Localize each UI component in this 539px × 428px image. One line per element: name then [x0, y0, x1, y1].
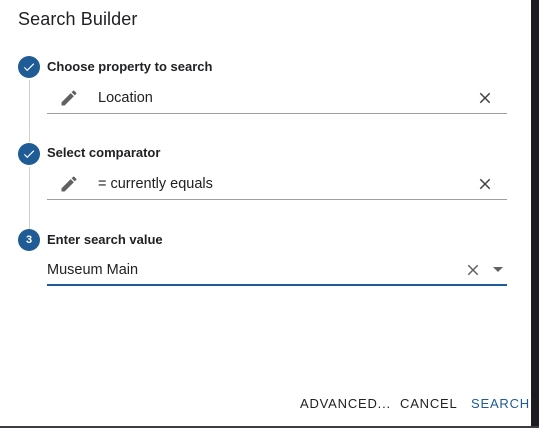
dialog-title: Search Builder: [18, 9, 138, 29]
close-icon[interactable]: [476, 175, 494, 193]
comparator-field[interactable]: = currently equals: [47, 170, 507, 200]
step-connector: [28, 167, 30, 229]
search-value-input[interactable]: Museum Main: [47, 256, 507, 286]
chevron-down-icon[interactable]: [493, 267, 503, 272]
step-1-completed-icon: [18, 56, 40, 78]
window-edge: [531, 0, 539, 428]
property-value: Location: [98, 90, 153, 106]
cancel-button[interactable]: CANCEL: [400, 396, 458, 411]
step-2-label: Select comparator: [47, 145, 161, 160]
pencil-icon[interactable]: [59, 174, 79, 194]
search-builder-dialog: Search Builder Choose property to search…: [0, 0, 531, 428]
search-value-text: Museum Main: [47, 262, 139, 278]
check-icon: [23, 63, 35, 72]
step-1-label: Choose property to search: [47, 59, 213, 74]
step-2-completed-icon: [18, 143, 40, 165]
property-field[interactable]: Location: [47, 84, 507, 114]
comparator-value: = currently equals: [98, 176, 213, 192]
step-3-label: Enter search value: [47, 232, 163, 247]
close-icon[interactable]: [476, 89, 494, 107]
check-icon: [23, 150, 35, 159]
pencil-icon[interactable]: [59, 88, 79, 108]
search-button[interactable]: SEARCH: [471, 396, 530, 411]
step-connector: [28, 80, 30, 142]
step-3-number: 3: [18, 229, 40, 251]
clear-icon[interactable]: [464, 261, 482, 279]
advanced-button[interactable]: ADVANCED...: [300, 396, 391, 411]
